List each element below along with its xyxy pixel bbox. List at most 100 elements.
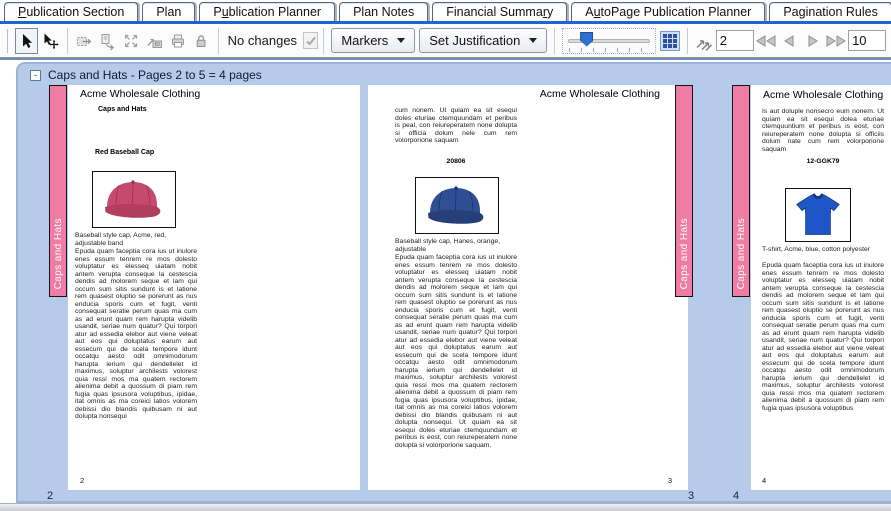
toolbar-separator <box>323 28 324 54</box>
lock-button[interactable] <box>189 28 212 54</box>
toolbar-separator <box>554 28 555 54</box>
last-page-icon <box>824 34 848 48</box>
transform-icon <box>75 32 93 50</box>
product-title: Red Baseball Cap <box>95 149 154 156</box>
page-preview-3[interactable]: Caps and Hats Acme Wholesale Clothing cu… <box>368 85 688 490</box>
product-image-frame <box>785 188 851 242</box>
set-justification-label: Set Justification <box>429 33 520 48</box>
renumber-pages-icon <box>694 31 714 51</box>
toolbar: ID No changes Markers Set Justification <box>0 24 891 58</box>
select-arrow-icon <box>18 32 36 50</box>
section-bleed-tab: Caps and Hats <box>675 85 693 297</box>
change-status-text: No changes <box>228 33 297 48</box>
product-image-frame <box>92 171 176 228</box>
first-page-button[interactable] <box>754 30 778 52</box>
grid-view-button[interactable] <box>658 28 681 54</box>
move-tool-icon <box>41 32 59 50</box>
next-page-button[interactable] <box>801 30 824 52</box>
section-bleed-tab: Caps and Hats <box>732 85 750 297</box>
print-button[interactable] <box>166 28 189 54</box>
lead-text: Is aut doluple nonsecro eum nonem. Ut qu… <box>762 108 884 153</box>
tab-autopage-publication-planner[interactable]: AutoPage Publication Planner <box>571 2 765 21</box>
tab-publication-section[interactable]: Publication Section <box>4 2 138 21</box>
section-heading: Caps and Hats <box>98 106 147 113</box>
lock-icon <box>192 32 210 50</box>
blue-baseball-cap-image <box>422 183 492 229</box>
masthead: Acme Wholesale Clothing <box>540 88 660 100</box>
strip-page-number: 3 <box>688 490 694 502</box>
blue-t-shirt-image <box>791 192 845 238</box>
section-title: Caps and Hats - Pages 2 to 5 = 4 pages <box>48 68 262 82</box>
tab-plan-notes[interactable]: Plan Notes <box>339 2 428 21</box>
print-icon <box>169 32 187 50</box>
accept-check-icon <box>305 35 317 47</box>
page-preview-2[interactable]: Caps and Hats Acme Wholesale Clothing Ca… <box>68 85 360 490</box>
zoom-slider-thumb[interactable] <box>580 32 593 47</box>
select-tool-button[interactable] <box>15 28 38 54</box>
product-code: 12-GGK79 <box>762 158 884 165</box>
body-text: Epuda quam faceptia cora ius ut inulore … <box>762 262 884 412</box>
toolbar-separator <box>67 28 68 54</box>
zoom-slider[interactable] <box>562 28 656 54</box>
transform-button[interactable] <box>73 28 96 54</box>
markers-dropdown-label: Markers <box>341 33 388 48</box>
bleed-tab-label: Caps and Hats <box>736 211 747 296</box>
product-image-frame <box>415 177 499 234</box>
page-preview-4[interactable]: Caps and Hats Acme Wholesale Clothing Is… <box>751 85 891 490</box>
tab-publication-planner[interactable]: Publication Planner <box>199 2 335 21</box>
set-justification-dropdown[interactable]: Set Justification <box>419 28 547 53</box>
move-tool-button[interactable] <box>38 28 61 54</box>
accept-changes-checkbox[interactable] <box>303 32 318 49</box>
folio-number: 4 <box>762 476 766 485</box>
assign-id-icon: ID <box>145 32 163 50</box>
product-caption: T-shirt, Acme, blue, cotton polyester <box>762 246 886 254</box>
flow-copy-button[interactable] <box>96 28 119 54</box>
section-header: - Caps and Hats - Pages 2 to 5 = 4 pages <box>18 64 891 82</box>
strip-page-number: 2 <box>47 490 53 502</box>
last-page-button[interactable] <box>824 30 848 52</box>
bleed-tab-label: Caps and Hats <box>53 211 64 296</box>
page-count-input[interactable] <box>848 30 886 51</box>
tab-bar: Publication Section Plan Publication Pla… <box>0 0 891 21</box>
page-inspector-main: - Caps and Hats - Pages 2 to 5 = 4 pages… <box>0 60 891 511</box>
grid-view-icon <box>660 31 680 51</box>
assign-id-button[interactable]: ID <box>143 28 166 54</box>
body-text: Epuda quam faceptia cora ius ut inulore … <box>395 254 517 449</box>
scatter-arrows-button[interactable] <box>119 28 142 54</box>
bleed-tab-label: Caps and Hats <box>679 211 690 296</box>
product-code: 20806 <box>395 158 517 165</box>
folio-number: 3 <box>668 476 672 485</box>
product-caption: Baseball style cap, Hanes, orange, adjus… <box>395 238 517 253</box>
collapse-button[interactable]: - <box>30 70 41 81</box>
dropdown-caret-icon <box>397 38 405 43</box>
toolbar-gripper[interactable] <box>7 29 10 53</box>
first-page-icon <box>754 34 778 48</box>
tab-pagination-rules[interactable]: Pagination Rules <box>769 2 891 21</box>
body-text: Epuda quam faceptia cora ius ut inulore … <box>75 248 197 421</box>
section-panel: - Caps and Hats - Pages 2 to 5 = 4 pages… <box>16 62 891 503</box>
scatter-arrows-icon <box>122 32 140 50</box>
strip-page-number: 4 <box>733 490 739 502</box>
markers-dropdown[interactable]: Markers <box>331 28 415 53</box>
next-page-icon <box>806 34 820 48</box>
zoom-slider-ticks <box>569 48 649 52</box>
flow-copy-icon <box>99 32 117 50</box>
renumber-pages-button[interactable] <box>692 28 715 54</box>
tab-plan[interactable]: Plan <box>142 2 195 21</box>
masthead: Acme Wholesale Clothing <box>763 89 883 101</box>
toolbar-separator <box>218 28 219 54</box>
previous-page-button[interactable] <box>778 30 801 52</box>
masthead: Acme Wholesale Clothing <box>80 88 200 100</box>
folio-number: 2 <box>80 476 84 485</box>
tab-financial-summary[interactable]: Financial Summary <box>432 2 567 21</box>
current-page-input[interactable] <box>716 30 754 51</box>
lead-text: cum nonem. Ut quiam ea sit esequi doles … <box>395 107 517 145</box>
svg-text:ID: ID <box>155 42 160 48</box>
previous-page-icon <box>782 34 796 48</box>
dropdown-caret-icon <box>529 38 537 43</box>
window-bottom-edge <box>0 503 891 511</box>
product-caption: Baseball style cap, Acme, red, adjustabl… <box>75 232 197 247</box>
toolbar-separator <box>687 28 688 54</box>
section-bleed-tab: Caps and Hats <box>49 85 67 297</box>
red-baseball-cap-image <box>99 177 169 223</box>
